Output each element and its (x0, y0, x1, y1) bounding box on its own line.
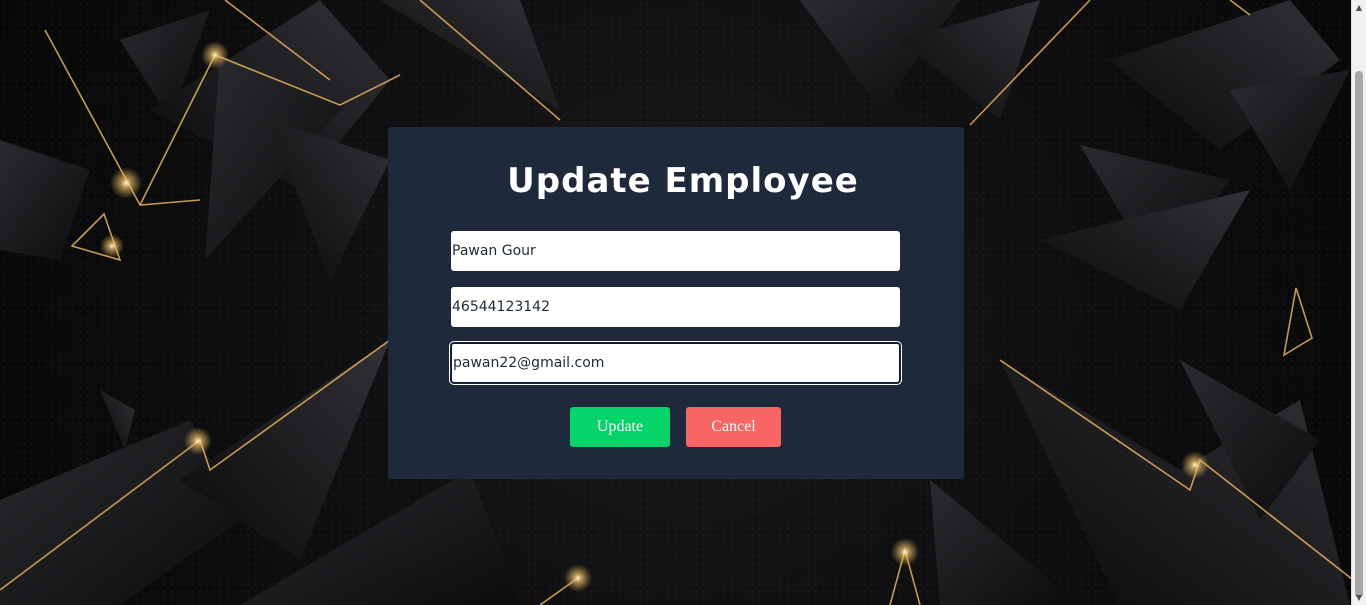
sparkle (100, 234, 124, 258)
sparkle (1181, 451, 1209, 479)
name-input[interactable] (451, 231, 900, 271)
phone-input[interactable] (451, 287, 900, 327)
gold-triangle-outline (1282, 287, 1313, 357)
cancel-button[interactable]: Cancel (686, 407, 781, 447)
page-title: Update Employee (507, 161, 859, 201)
scroll-down-arrow-icon[interactable]: ▼ (1352, 590, 1366, 605)
sparkle (891, 538, 919, 566)
scroll-up-arrow-icon[interactable]: ▲ (1352, 0, 1366, 15)
page-background: Update Employee Update Cancel ▲ ▼ (0, 0, 1366, 605)
sparkle (201, 41, 229, 69)
shard (100, 390, 135, 450)
shard (380, 0, 560, 110)
email-input[interactable] (451, 343, 900, 383)
scrollbar-thumb[interactable] (1355, 71, 1363, 598)
vertical-scrollbar[interactable]: ▲ ▼ (1351, 0, 1366, 605)
sparkle (184, 427, 212, 455)
shard (930, 480, 1080, 605)
gold-line (1229, 0, 1251, 16)
update-button[interactable]: Update (570, 407, 670, 447)
sparkle (564, 564, 592, 592)
